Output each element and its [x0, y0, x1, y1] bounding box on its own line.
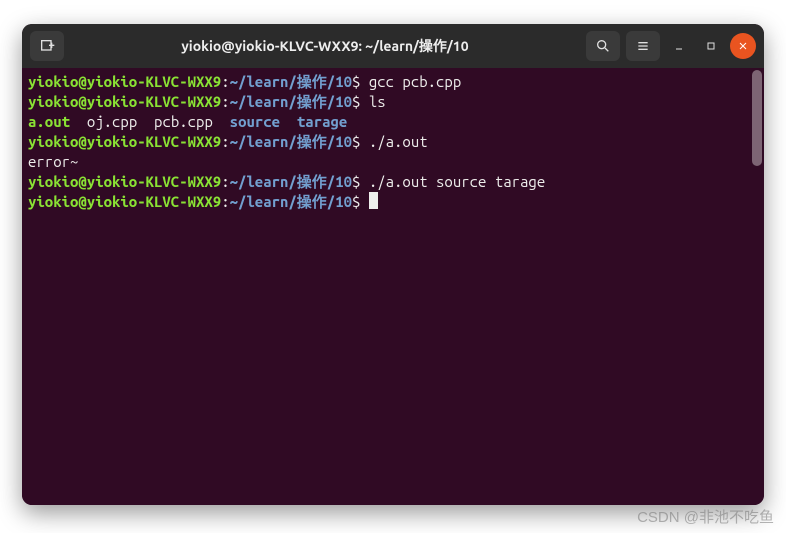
search-button[interactable] — [586, 31, 620, 61]
new-tab-icon — [39, 38, 55, 54]
maximize-button[interactable] — [698, 33, 724, 59]
ls-output: a.out oj.cpp pcb.cpp source tarage — [28, 112, 758, 132]
command-text: ./a.out source tarage — [360, 173, 545, 190]
command-text: ./a.out — [360, 133, 427, 150]
close-button[interactable] — [730, 33, 756, 59]
window-title: yiokio@yiokio-KLVC-WXX9: ~/learn/操作/10 — [70, 36, 580, 56]
terminal-line: yiokio@yiokio-KLVC-WXX9:~/learn/操作/10$ g… — [28, 72, 758, 92]
scrollbar-thumb[interactable] — [752, 70, 762, 166]
terminal-line: yiokio@yiokio-KLVC-WXX9:~/learn/操作/10$ — [28, 192, 758, 212]
minimize-button[interactable] — [666, 33, 692, 59]
cursor-block — [369, 192, 378, 209]
terminal-line: yiokio@yiokio-KLVC-WXX9:~/learn/操作/10$ l… — [28, 92, 758, 112]
command-text: gcc pcb.cpp — [360, 73, 461, 90]
terminal-line: yiokio@yiokio-KLVC-WXX9:~/learn/操作/10$ .… — [28, 132, 758, 152]
output-line: error~ — [28, 152, 758, 172]
terminal-body[interactable]: yiokio@yiokio-KLVC-WXX9:~/learn/操作/10$ g… — [22, 68, 764, 505]
terminal-window: yiokio@yiokio-KLVC-WXX9: ~/learn/操作/10 — [22, 24, 764, 505]
minimize-icon — [673, 40, 685, 52]
titlebar: yiokio@yiokio-KLVC-WXX9: ~/learn/操作/10 — [22, 24, 764, 68]
prompt-user: yiokio@yiokio-KLVC-WXX9 — [28, 73, 221, 90]
menu-button[interactable] — [626, 31, 660, 61]
maximize-icon — [705, 40, 717, 52]
watermark-text: CSDN @非池不吃鱼 — [637, 506, 774, 527]
prompt-path: ~/learn/操作/10 — [230, 73, 352, 90]
command-text: ls — [360, 93, 385, 110]
search-icon — [595, 38, 611, 54]
hamburger-icon — [635, 38, 651, 54]
close-icon — [737, 40, 749, 52]
terminal-line: yiokio@yiokio-KLVC-WXX9:~/learn/操作/10$ .… — [28, 172, 758, 192]
new-tab-button[interactable] — [30, 31, 64, 61]
